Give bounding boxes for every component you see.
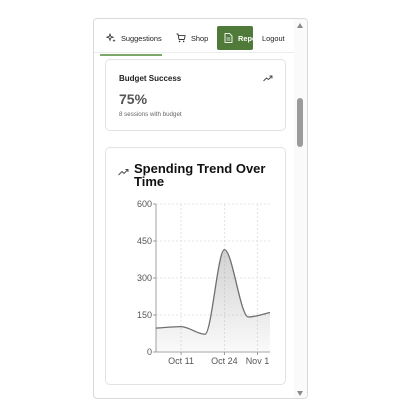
scroll-up-arrow[interactable] [297,23,303,28]
y-tick-label: 300 [137,273,152,283]
trend-up-icon [263,75,273,82]
scrollbar-thumb[interactable] [297,98,303,147]
sparkle-icon [106,33,116,43]
top-nav: Suggestions Shop Reports Logout [94,26,294,56]
nav-divider [94,52,294,53]
budget-card-title: Budget Success [119,74,182,83]
x-tick-label: Nov 1 [246,356,270,366]
y-tick-label: 150 [137,310,152,320]
budget-success-value: 75% [119,91,148,107]
budget-success-card: Budget Success 75% 8 sessions with budge… [105,59,286,131]
y-tick-label: 450 [137,236,152,246]
trend-up-icon [118,169,129,176]
spending-trend-title: Spending Trend Over Time [134,161,266,189]
scroll-down-arrow[interactable] [297,391,303,396]
nav-active-underline [100,54,162,56]
nav-logout[interactable]: Logout [262,26,285,50]
nav-suggestions-label: Suggestions [121,33,162,43]
vertical-scrollbar[interactable] [294,19,307,398]
nav-suggestions[interactable]: Suggestions [106,26,162,50]
cart-icon [176,33,186,43]
spending-trend-chart: 0 150 300 450 600 Oct 11 Oct 24 Nov 1 [137,199,271,366]
scroll-content: Suggestions Shop Reports Logout [94,19,294,398]
document-icon [224,33,233,43]
nav-shop[interactable]: Shop [176,26,208,50]
y-tick-label: 600 [137,199,152,209]
nav-reports-label: Reports [238,33,253,43]
nav-reports[interactable]: Reports [217,26,253,50]
budget-success-subtitle: 8 sessions with budget [119,111,182,118]
y-tick-label: 0 [147,347,152,357]
app-window: Suggestions Shop Reports Logout [93,18,308,399]
spending-trend-card: Spending Trend Over Time 0 150 300 450 600 Oc… [105,147,286,385]
nav-logout-label: Logout [262,33,285,43]
x-tick-label: Oct 11 [168,356,194,366]
x-tick-label: Oct 24 [211,356,238,366]
nav-shop-label: Shop [191,33,209,43]
